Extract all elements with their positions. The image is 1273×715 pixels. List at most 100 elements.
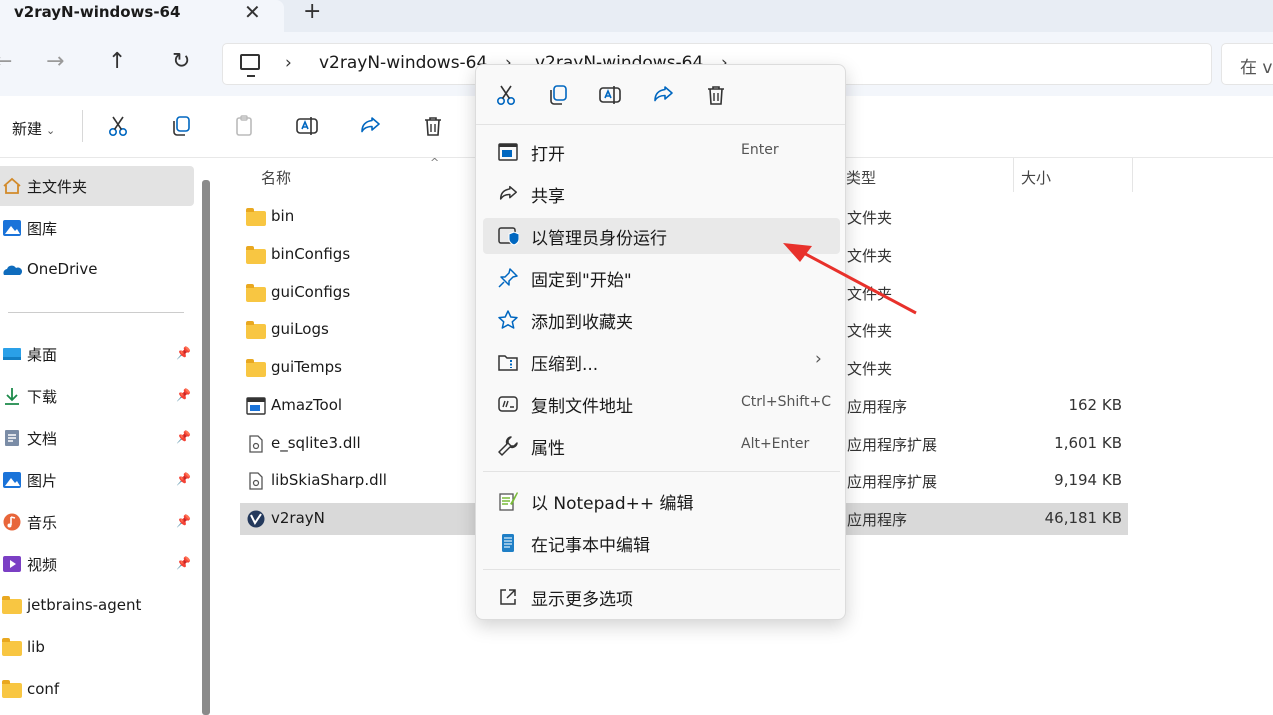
chevron-down-icon: ⌄: [46, 124, 56, 137]
app-icon: [246, 397, 266, 415]
column-header-name[interactable]: 名称: [261, 167, 291, 188]
file-name: guiLogs: [271, 320, 329, 338]
sidebar-item-label: OneDrive: [27, 260, 98, 278]
file-name: bin: [271, 207, 295, 225]
menu-item-label: 共享: [531, 187, 565, 207]
menu-item-label: 固定到"开始": [531, 271, 632, 291]
sidebar-item-music[interactable]: 音乐 📌: [0, 502, 194, 542]
column-header-type[interactable]: 类型: [846, 167, 876, 188]
context-menu: 打开 Enter 共享 以管理员身份运行 固定到"开始" 添加到收藏夹 压缩到.…: [475, 64, 846, 620]
pin-icon[interactable]: 📌: [176, 472, 191, 486]
folder-icon: [2, 680, 22, 698]
chevron-right-icon: ›: [815, 349, 822, 369]
breadcrumb-item[interactable]: v2rayN-windows-64: [319, 53, 487, 73]
computer-icon: [240, 54, 260, 77]
star-icon: [498, 310, 518, 329]
file-name: e_sqlite3.dll: [271, 434, 361, 452]
sidebar-item-conf[interactable]: conf: [0, 670, 194, 710]
breadcrumb-separator[interactable]: ›: [285, 53, 292, 73]
file-type: 文件夹: [847, 322, 893, 340]
file-name: v2rayN: [271, 509, 325, 527]
delete-icon[interactable]: [421, 114, 445, 138]
menu-item-edit-notepad[interactable]: 在记事本中编辑: [483, 525, 840, 561]
menu-item-copy-path[interactable]: 复制文件地址 Ctrl+Shift+C: [483, 386, 840, 422]
share-icon[interactable]: [651, 83, 675, 107]
home-icon: [3, 177, 21, 194]
menu-item-open[interactable]: 打开 Enter: [483, 134, 840, 170]
delete-icon[interactable]: [704, 83, 728, 107]
pin-icon[interactable]: 📌: [176, 346, 191, 360]
more-options-icon: [500, 589, 516, 605]
file-name: guiTemps: [271, 358, 342, 376]
menu-item-pin-to-start[interactable]: 固定到"开始": [483, 260, 840, 296]
menu-item-run-as-admin[interactable]: 以管理员身份运行: [483, 218, 840, 254]
sidebar-item-home[interactable]: 主文件夹: [0, 166, 194, 206]
file-type: 应用程序扩展: [847, 436, 938, 454]
search-placeholder: 在 v: [1240, 58, 1273, 78]
wrench-icon: [498, 436, 518, 456]
column-header-size[interactable]: 大小: [1021, 167, 1051, 188]
cut-icon[interactable]: [106, 114, 130, 138]
refresh-icon[interactable]: ↻: [172, 50, 190, 74]
sidebar-item-label: 主文件夹: [27, 178, 88, 196]
add-tab-icon[interactable]: +: [303, 0, 321, 24]
menu-item-label: 打开: [531, 145, 565, 165]
menu-item-compress[interactable]: 压缩到... ›: [483, 344, 840, 380]
rename-icon[interactable]: [598, 83, 622, 107]
rename-icon[interactable]: [295, 114, 319, 138]
sidebar-item-downloads[interactable]: 下载 📌: [0, 376, 194, 416]
menu-item-properties[interactable]: 属性 Alt+Enter: [483, 428, 840, 464]
forward-arrow-icon[interactable]: →: [46, 50, 64, 74]
folder-icon: [246, 284, 266, 302]
sidebar-item-label: 图片: [27, 472, 58, 490]
music-icon: [3, 513, 21, 531]
tab-v2rayn[interactable]: v2rayN-windows-64 ✕: [0, 0, 284, 32]
menu-item-edit-notepadpp[interactable]: 以 Notepad++ 编辑: [483, 483, 840, 519]
pin-icon[interactable]: 📌: [176, 388, 191, 402]
sidebar-item-documents[interactable]: 文档 📌: [0, 418, 194, 458]
copy-icon[interactable]: [546, 83, 570, 107]
sidebar-scrollbar[interactable]: [202, 180, 210, 715]
search-box[interactable]: 在 v: [1221, 43, 1273, 85]
sidebar-item-lib[interactable]: lib: [0, 628, 194, 668]
folder-icon: [2, 596, 22, 614]
back-arrow-icon[interactable]: ←: [0, 50, 12, 74]
menu-item-share[interactable]: 共享: [483, 176, 840, 212]
menu-item-label: 在记事本中编辑: [531, 536, 650, 556]
sidebar-item-jetbrains-agent[interactable]: jetbrains-agent: [0, 586, 194, 626]
copy-path-icon: [498, 396, 518, 412]
menu-item-label: 以 Notepad++ 编辑: [531, 494, 694, 514]
column-divider[interactable]: [1132, 158, 1133, 192]
videos-icon: [3, 556, 21, 572]
share-icon[interactable]: [358, 114, 382, 138]
sidebar-item-desktop[interactable]: 桌面 📌: [0, 334, 194, 374]
folder-icon: [246, 359, 266, 377]
menu-item-add-to-favorites[interactable]: 添加到收藏夹: [483, 302, 840, 338]
sidebar-item-onedrive[interactable]: OneDrive: [0, 250, 194, 290]
sidebar-item-videos[interactable]: 视频 📌: [0, 544, 194, 584]
file-name: guiConfigs: [271, 283, 351, 301]
context-menu-quick-actions: [476, 65, 845, 125]
copy-icon[interactable]: [169, 114, 193, 138]
pin-icon[interactable]: 📌: [176, 430, 191, 444]
paste-icon: [236, 115, 252, 136]
toolbar-divider: [82, 110, 83, 142]
pin-icon[interactable]: 📌: [176, 556, 191, 570]
folder-icon: [246, 208, 266, 226]
new-button[interactable]: 新建 ⌄: [12, 118, 55, 139]
desktop-icon: [3, 348, 21, 360]
sidebar-item-pictures[interactable]: 图片 📌: [0, 460, 194, 500]
up-arrow-icon[interactable]: ↑: [108, 50, 126, 74]
close-icon[interactable]: ✕: [244, 0, 261, 24]
pin-icon[interactable]: 📌: [176, 514, 191, 528]
sidebar-item-gallery[interactable]: 图库: [0, 208, 194, 248]
cut-icon[interactable]: [494, 83, 518, 107]
column-divider[interactable]: [1013, 158, 1014, 192]
menu-item-show-more-options[interactable]: 显示更多选项: [483, 579, 840, 615]
menu-item-label: 属性: [531, 439, 565, 459]
file-size: 1,601 KB: [1054, 434, 1122, 452]
sidebar-item-label: 桌面: [27, 346, 58, 364]
folder-icon: [2, 638, 22, 656]
sidebar-item-label: conf: [27, 680, 60, 698]
pictures-icon: [3, 472, 21, 488]
